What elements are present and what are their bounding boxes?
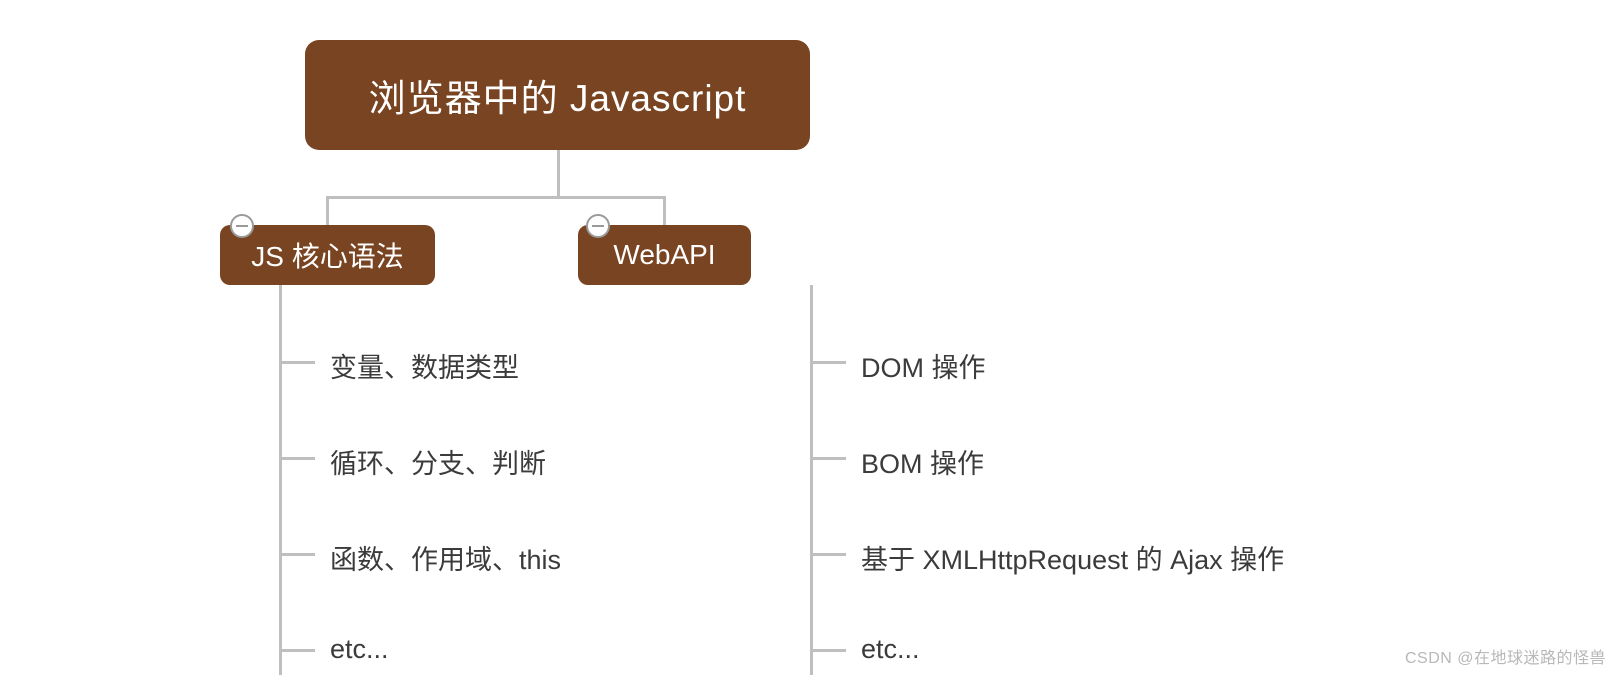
connector-line (810, 457, 846, 460)
leaf-item: 循环、分支、判断 (330, 442, 546, 481)
child-label: WebAPI (613, 239, 715, 271)
connector-line (663, 196, 666, 226)
connector-line (326, 196, 665, 199)
connector-line (810, 361, 846, 364)
root-node: 浏览器中的 Javascript (305, 40, 810, 150)
connector-line (279, 285, 282, 675)
child-label: JS 核心语法 (251, 235, 403, 275)
watermark-text: CSDN @在地球迷路的怪兽 (1405, 644, 1606, 668)
connector-line (279, 457, 315, 460)
leaf-item: BOM 操作 (861, 442, 984, 481)
leaf-item: etc... (861, 634, 920, 665)
collapse-toggle-icon[interactable] (230, 214, 254, 238)
connector-line (810, 285, 813, 675)
connector-line (279, 649, 315, 652)
leaf-item: 变量、数据类型 (330, 346, 519, 385)
connector-line (326, 196, 329, 226)
connector-line (557, 150, 560, 198)
connector-line (279, 553, 315, 556)
leaf-item: 基于 XMLHttpRequest 的 Ajax 操作 (861, 538, 1284, 577)
connector-line (279, 361, 315, 364)
leaf-item: DOM 操作 (861, 346, 986, 385)
mindmap-canvas: 浏览器中的 Javascript JS 核心语法 WebAPI 变量、数据类型 … (0, 0, 1620, 678)
connector-line (810, 553, 846, 556)
child-node-js-core: JS 核心语法 (220, 225, 435, 285)
collapse-toggle-icon[interactable] (586, 214, 610, 238)
leaf-item: etc... (330, 634, 389, 665)
connector-line (810, 649, 846, 652)
leaf-item: 函数、作用域、this (330, 538, 561, 577)
root-label: 浏览器中的 Javascript (369, 68, 747, 122)
